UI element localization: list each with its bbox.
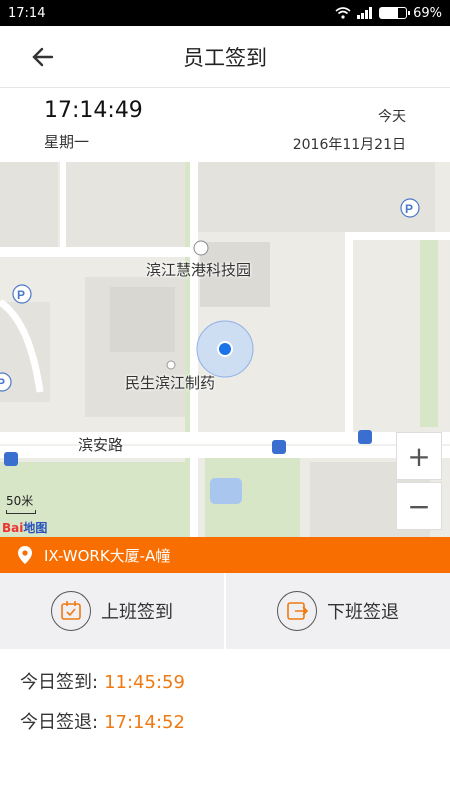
battery-percent: 69%	[413, 5, 442, 21]
map-scale: 50米	[6, 492, 36, 514]
exit-icon	[277, 591, 317, 631]
scale-label: 50米	[6, 494, 34, 508]
checkin-button[interactable]: 上班签到	[0, 573, 226, 649]
poi-dot-icon	[166, 360, 176, 370]
building-icon	[193, 240, 209, 256]
calendar-check-icon	[51, 591, 91, 631]
checkout-button[interactable]: 下班签退	[226, 573, 450, 649]
map-view[interactable]: P P P 滨江慧港科技园 民生滨江制药 滨安路 + − 50米 Bai地图	[0, 162, 450, 537]
current-time: 17:14:49	[44, 98, 143, 123]
map-label-tech-park: 滨江慧港科技园	[146, 261, 252, 279]
logo-text-a: Bai	[2, 521, 24, 535]
attendance-records: 今日签到: 11:45:59 今日签退: 17:14:52	[0, 649, 450, 757]
location-bar: IX-WORK大厦-A幢	[0, 537, 450, 573]
today-label: 今天	[378, 109, 406, 125]
app-bar: 员工签到	[0, 26, 450, 88]
parking-icon: P	[400, 198, 420, 218]
checkout-record-time: 17:14:52	[104, 712, 185, 733]
map-canvas[interactable]: P P P	[0, 162, 450, 537]
map-logo: Bai地图	[2, 519, 47, 536]
current-date: 2016年11月21日	[292, 137, 406, 153]
page-title: 员工签到	[183, 45, 267, 70]
time-panel: 17:14:49 星期一 今天 2016年11月21日	[0, 88, 450, 162]
map-label-pharma: 民生滨江制药	[125, 374, 216, 392]
status-icons: 69%	[335, 6, 442, 21]
logo-text-b: 地图	[23, 521, 48, 535]
map-label-road: 滨安路	[78, 436, 124, 454]
checkin-record: 今日签到: 11:45:59	[20, 663, 430, 703]
back-arrow-icon[interactable]	[26, 40, 60, 74]
signal-icon	[357, 7, 373, 19]
location-pin-icon	[18, 546, 32, 564]
location-dot	[217, 341, 233, 357]
svg-text:P: P	[405, 202, 413, 216]
bus-stop-icon	[358, 430, 372, 444]
checkout-record-label: 今日签退:	[20, 712, 99, 733]
weekday: 星期一	[44, 133, 90, 151]
battery-icon	[379, 7, 411, 19]
bus-stop-icon	[272, 440, 286, 454]
status-time: 17:14	[8, 5, 46, 21]
status-bar: 17:14 69%	[0, 0, 450, 26]
parking-icon: P	[12, 284, 32, 304]
battery-fill	[380, 8, 399, 18]
zoom-in-button[interactable]: +	[396, 432, 442, 480]
svg-text:P: P	[17, 288, 25, 302]
svg-text:P: P	[0, 376, 5, 390]
zoom-out-button[interactable]: −	[396, 482, 442, 530]
location-name: IX-WORK大厦-A幢	[44, 546, 171, 565]
action-bar: 上班签到 下班签退	[0, 573, 450, 649]
checkout-record: 今日签退: 17:14:52	[20, 703, 430, 743]
checkout-label: 下班签退	[327, 602, 399, 623]
checkin-record-label: 今日签到:	[20, 672, 99, 693]
wifi-icon	[335, 7, 351, 19]
scale-bar	[6, 510, 36, 514]
checkin-record-time: 11:45:59	[104, 672, 185, 693]
bus-stop-icon	[4, 452, 18, 466]
checkin-label: 上班签到	[101, 602, 173, 623]
